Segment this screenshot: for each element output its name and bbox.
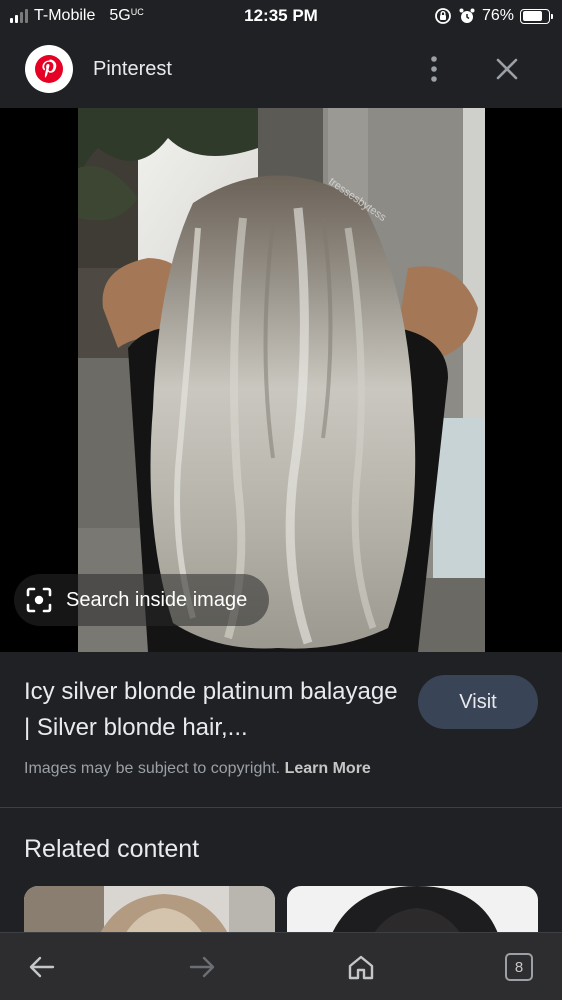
browser-toolbar: 8 (0, 932, 562, 1000)
more-vertical-icon[interactable] (420, 52, 448, 86)
result-title[interactable]: Icy silver blonde platinum balayage | Si… (24, 674, 409, 746)
tabs-count: 8 (505, 953, 533, 981)
battery-percent: 76% (481, 7, 514, 24)
search-inside-image-label: Search inside image (66, 588, 248, 611)
status-right: 76% (434, 5, 553, 27)
tabs-button[interactable]: 8 (499, 947, 539, 987)
section-divider (0, 807, 562, 808)
search-inside-image-button[interactable]: Search inside image (14, 574, 270, 626)
header: Pinterest (0, 34, 562, 108)
copyright-notice: Images may be subject to copyright. Lear… (24, 760, 371, 778)
result-image[interactable]: tressesbytess (78, 108, 485, 652)
copyright-text: Images may be subject to copyright. (24, 760, 281, 777)
pinterest-logo-icon[interactable] (25, 45, 73, 93)
orientation-lock-icon (435, 8, 451, 24)
related-content-heading: Related content (24, 835, 200, 863)
back-arrow-icon[interactable] (22, 947, 62, 987)
home-icon[interactable] (341, 947, 381, 987)
alarm-icon (459, 8, 475, 23)
lens-icon (26, 587, 52, 613)
close-icon[interactable] (490, 52, 524, 86)
visit-button[interactable]: Visit (418, 675, 538, 729)
image-viewer: tressesbytess Search inside image (0, 108, 562, 652)
site-name[interactable]: Pinterest (93, 58, 172, 81)
battery-icon (520, 8, 553, 24)
learn-more-link[interactable]: Learn More (285, 760, 371, 777)
forward-arrow-icon[interactable] (182, 947, 222, 987)
status-bar: T-Mobile 5GUC 12:35 PM 76% (0, 0, 562, 34)
